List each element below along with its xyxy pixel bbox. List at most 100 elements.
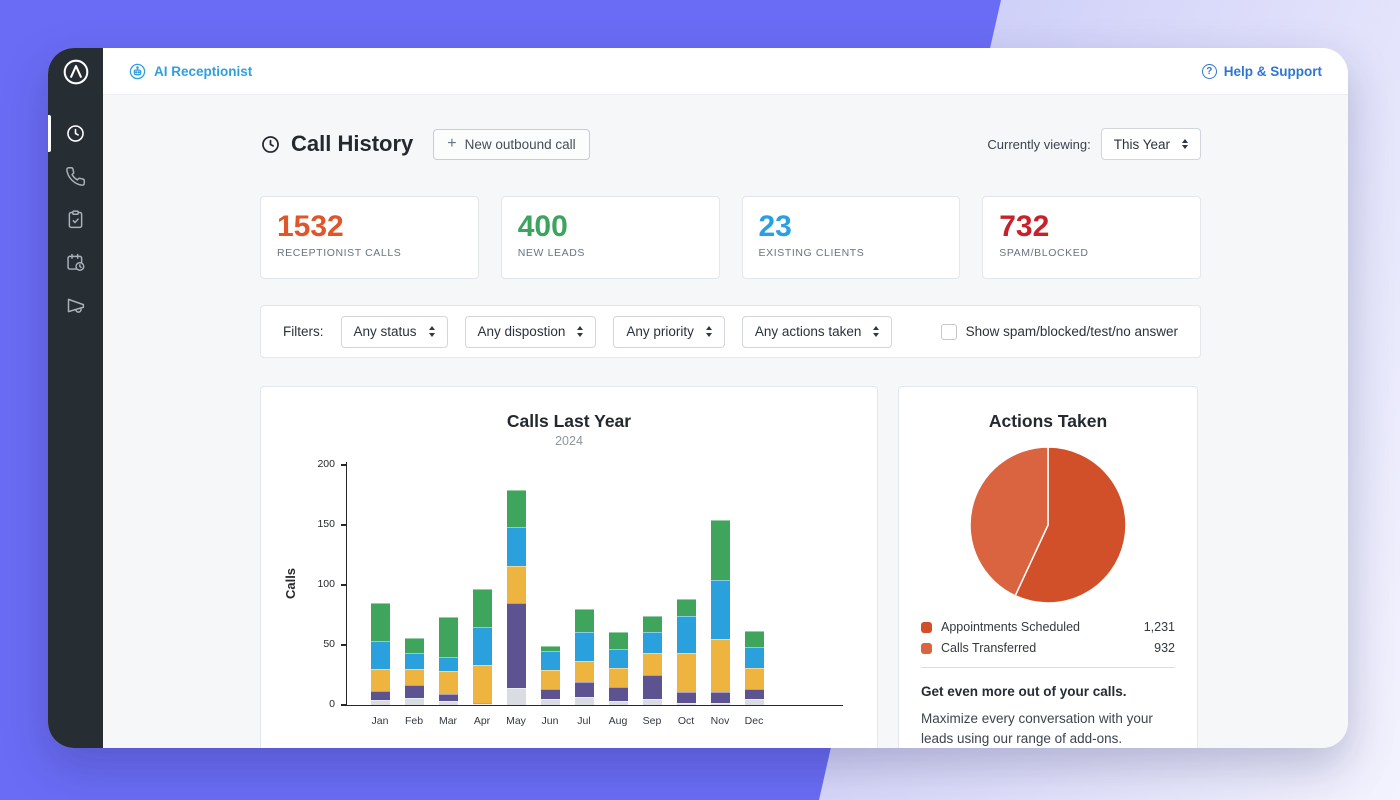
pie-legend: Appointments Scheduled 1,231 Calls Trans… [921, 620, 1175, 655]
chevron-updown-icon [577, 326, 583, 337]
x-tick-mar: Mar [431, 715, 465, 727]
bar-segment-gray [575, 697, 594, 705]
active-indicator [48, 115, 51, 152]
bar-segment-gray [371, 700, 390, 705]
spam-filter-toggle[interactable]: Show spam/blocked/test/no answer [941, 324, 1178, 340]
stat-label: EXISTING CLIENTS [759, 247, 944, 259]
sidebar-item-call-history[interactable] [48, 112, 103, 155]
new-outbound-call-button[interactable]: + New outbound call [433, 129, 589, 160]
chevron-updown-icon [429, 326, 435, 337]
x-tick-nov: Nov [703, 715, 737, 727]
currently-viewing-label: Currently viewing: [987, 137, 1090, 152]
bar-column-jul: Jul [567, 466, 601, 705]
app-window: AI Receptionist ? Help & Support Call Hi… [48, 48, 1348, 748]
bar-segment-gray [643, 699, 662, 705]
bar-segment-gray [745, 699, 764, 705]
x-tick-aug: Aug [601, 715, 635, 727]
bar-column-apr: Apr [465, 466, 499, 705]
bar-segment-gray [473, 704, 492, 705]
sidebar-item-schedule[interactable] [48, 241, 103, 284]
stat-label: SPAM/BLOCKED [999, 247, 1184, 259]
x-tick-jul: Jul [567, 715, 601, 727]
bar-segment-blue [643, 632, 662, 654]
x-tick-feb: Feb [397, 715, 431, 727]
bar-segment-purple [643, 675, 662, 699]
legend-swatch [921, 622, 932, 633]
clipboard-check-icon [65, 209, 86, 230]
stats-row: 1532 RECEPTIONIST CALLS 400 NEW LEADS 23… [260, 196, 1201, 279]
bar-segment-green [609, 632, 628, 649]
calendar-clock-icon [65, 252, 86, 273]
bar-segment-green [711, 520, 730, 580]
bar-segment-purple [575, 682, 594, 696]
filter-priority-select[interactable]: Any priority [613, 316, 725, 348]
chevron-updown-icon [1182, 139, 1188, 150]
bar-column-aug: Aug [601, 466, 635, 705]
question-icon: ? [1202, 64, 1217, 79]
bar-segment-blue [575, 632, 594, 661]
bar-segment-yellow [439, 671, 458, 694]
clock-icon [65, 123, 86, 144]
filters-bar: Filters: Any status Any dispostion Any p… [260, 305, 1201, 358]
stat-value: 1532 [277, 210, 462, 243]
filter-disposition-select[interactable]: Any dispostion [465, 316, 597, 348]
logo-icon [62, 58, 90, 86]
calls-bar-chart-card: Calls Last Year 2024 Calls JanFebMarAprM… [260, 386, 878, 748]
x-tick-oct: Oct [669, 715, 703, 727]
cta-body: Maximize every conversation with your le… [921, 709, 1175, 748]
bar-segment-yellow [711, 639, 730, 692]
legend-value: 1,231 [1144, 620, 1175, 634]
filter-disposition-value: Any dispostion [478, 324, 566, 339]
bar-chart-subtitle: 2024 [261, 434, 877, 448]
bar-segment-purple [405, 685, 424, 698]
bar-segment-blue [439, 657, 458, 671]
bar-segment-purple [677, 692, 696, 703]
stat-label: RECEPTIONIST CALLS [277, 247, 462, 259]
bar-column-oct: Oct [669, 466, 703, 705]
filter-status-select[interactable]: Any status [341, 316, 448, 348]
bar-segment-purple [745, 689, 764, 699]
megaphone-icon [65, 295, 86, 316]
bar-segment-purple [439, 694, 458, 701]
sidebar-item-campaigns[interactable] [48, 284, 103, 327]
x-tick-may: May [499, 715, 533, 727]
bar-column-sep: Sep [635, 466, 669, 705]
phone-icon [65, 166, 86, 187]
stat-card-new-leads: 400 NEW LEADS [501, 196, 720, 279]
app-logo[interactable] [62, 58, 90, 86]
bar-segment-blue [677, 616, 696, 653]
bar-segment-green [371, 603, 390, 641]
brand-label: AI Receptionist [154, 64, 252, 79]
spam-filter-checkbox[interactable] [941, 324, 957, 340]
bar-segment-purple [711, 692, 730, 703]
clock-icon [260, 134, 281, 155]
stat-value: 732 [999, 210, 1184, 243]
bar-column-jan: Jan [363, 466, 397, 705]
bar-segment-green [643, 616, 662, 632]
bar-segment-blue [405, 653, 424, 669]
filter-status-value: Any status [354, 324, 417, 339]
robot-icon [129, 63, 146, 80]
bar-segment-yellow [609, 668, 628, 687]
help-support-link[interactable]: ? Help & Support [1202, 64, 1322, 79]
viewing-select[interactable]: This Year [1101, 128, 1201, 160]
bar-segment-yellow [575, 661, 594, 683]
bar-segment-blue [473, 627, 492, 665]
bar-column-dec: Dec [737, 466, 771, 705]
sidebar-item-calls[interactable] [48, 155, 103, 198]
bar-column-mar: Mar [431, 466, 465, 705]
filter-actions-value: Any actions taken [755, 324, 862, 339]
filter-actions-select[interactable]: Any actions taken [742, 316, 893, 348]
bar-segment-yellow [507, 566, 526, 603]
brand-link[interactable]: AI Receptionist [129, 63, 252, 80]
bar-segment-blue [609, 649, 628, 668]
x-tick-jan: Jan [363, 715, 397, 727]
bar-segment-blue [711, 580, 730, 639]
plus-icon: + [447, 136, 456, 152]
help-label: Help & Support [1224, 64, 1322, 79]
bar-segment-green [575, 609, 594, 632]
bar-segment-blue [745, 647, 764, 667]
sidebar-item-tasks[interactable] [48, 198, 103, 241]
stat-label: NEW LEADS [518, 247, 703, 259]
bar-segment-purple [609, 687, 628, 701]
